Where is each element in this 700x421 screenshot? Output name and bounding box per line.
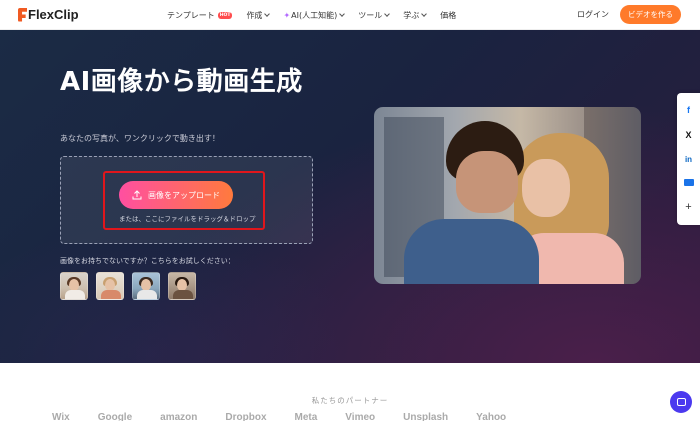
flexclip-logo-icon	[18, 7, 27, 22]
sample-image[interactable]	[60, 272, 88, 300]
page-title: AI画像から動画生成	[60, 67, 303, 97]
nav-learn[interactable]: 学ぶ	[403, 10, 428, 21]
nav-create-label: 作成	[246, 10, 263, 20]
partner-logo: Vimeo	[345, 412, 376, 421]
drop-hint: または、ここにファイルをドラッグ＆ドロップ	[119, 215, 256, 223]
plus-icon[interactable]: +	[683, 201, 695, 213]
nav-templates[interactable]: テンプレート HOT	[167, 10, 233, 21]
nav-ai[interactable]: ✦ AI(人工知能)	[283, 10, 346, 21]
flexclip-logo[interactable]: FlexClip	[18, 7, 79, 22]
body-shape	[173, 290, 193, 299]
partner-logos: Wix Google amazon Dropbox Meta Vimeo Uns…	[52, 412, 506, 421]
mail-icon[interactable]	[683, 179, 694, 187]
partner-logo: Yahoo	[476, 412, 507, 421]
nav-pricing[interactable]: 価格	[440, 10, 456, 21]
make-video-button[interactable]: ビデオを作る	[620, 5, 681, 24]
chat-button[interactable]	[670, 391, 692, 413]
top-nav-bar: FlexClip テンプレート HOT 作成 ✦ AI(人工知能) ツール 学ぶ…	[0, 0, 700, 30]
face-shape	[456, 151, 518, 213]
partner-logo: Dropbox	[225, 412, 267, 421]
logo-text: FlexClip	[28, 7, 79, 22]
x-icon[interactable]: X	[683, 130, 695, 140]
sample-images	[60, 272, 196, 300]
upload-image-button[interactable]: 画像をアップロード	[119, 181, 233, 209]
face-shape	[522, 159, 570, 217]
sparkle-icon: ✦	[283, 10, 291, 20]
nav-learn-label: 学ぶ	[403, 10, 420, 20]
body-shape	[101, 290, 121, 299]
clothing-shape	[404, 219, 539, 284]
hero-image	[374, 107, 641, 284]
chevron-down-icon	[339, 11, 346, 17]
hot-badge: HOT	[217, 11, 233, 19]
nav-templates-label: テンプレート	[167, 10, 215, 20]
sample-image[interactable]	[132, 272, 160, 300]
chevron-down-icon	[264, 11, 271, 17]
chevron-down-icon	[384, 11, 391, 17]
nav-ai-label: AI(人工知能)	[291, 10, 338, 20]
sample-image[interactable]	[96, 272, 124, 300]
main-nav: テンプレート HOT 作成 ✦ AI(人工知能) ツール 学ぶ 価格	[167, 0, 470, 30]
nav-pricing-label: 価格	[440, 10, 457, 20]
partner-logo: Meta	[294, 412, 318, 421]
nav-tools[interactable]: ツール	[358, 10, 391, 21]
body-shape	[137, 290, 157, 299]
partners-title: 私たちのパートナー	[311, 396, 389, 405]
sample-image[interactable]	[168, 272, 196, 300]
partner-logo: amazon	[160, 412, 198, 421]
partner-logo: Google	[97, 412, 133, 421]
page-subtitle: あなたの写真が、ワンクリックで動き出す！	[60, 134, 220, 143]
chevron-down-icon	[421, 11, 428, 17]
partner-logo: Unsplash	[403, 412, 449, 421]
chat-icon	[676, 398, 686, 406]
login-link[interactable]: ログイン	[577, 9, 609, 20]
sample-prompt: 画像をお持ちでないですか？こちらをお試しください：	[60, 257, 235, 265]
nav-create[interactable]: 作成	[246, 10, 271, 21]
upload-icon	[132, 190, 142, 200]
body-shape	[65, 290, 85, 299]
linkedin-icon[interactable]: in	[683, 155, 695, 164]
share-sidebar: f X in +	[677, 93, 700, 225]
partner-logo: Wix	[52, 412, 70, 421]
upload-button-label: 画像をアップロード	[148, 190, 220, 200]
facebook-icon[interactable]: f	[683, 105, 695, 115]
nav-tools-label: ツール	[358, 10, 383, 20]
